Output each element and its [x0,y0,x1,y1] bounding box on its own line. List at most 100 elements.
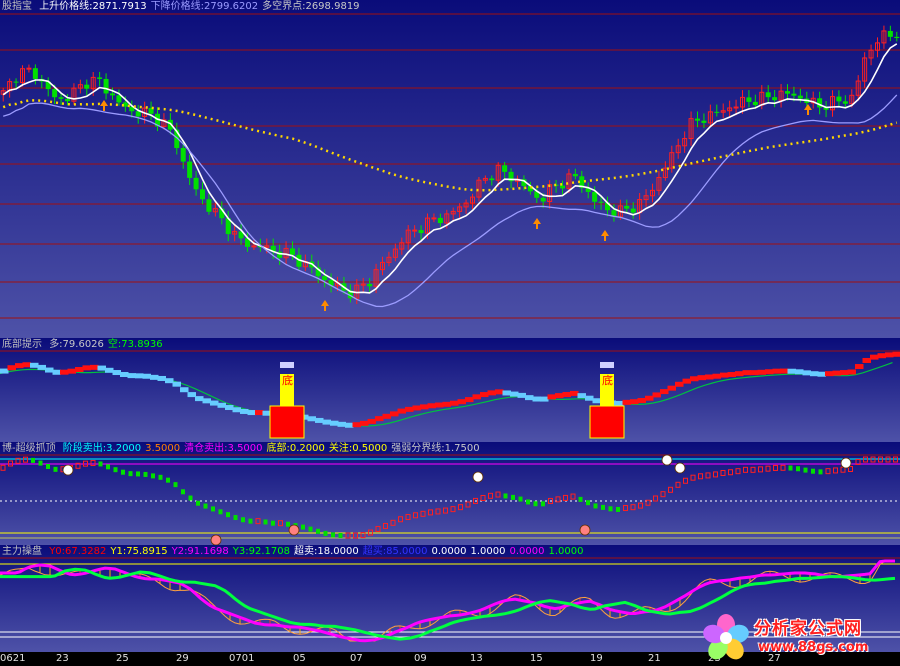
trend-block [247,410,256,416]
main-force-value-item: 0.0000 [431,546,467,557]
trend-block [795,369,804,375]
signal-block [203,503,208,509]
bottom-hint-chart: 底底 [0,338,900,442]
price-value-item: 下降价格线:2799.6202 [150,1,259,12]
trend-block [622,399,631,405]
signal-block [608,506,613,512]
signal-block [788,465,793,471]
main-force-value-item: Y3:92.1708 [232,546,290,557]
candle-up [412,229,418,232]
price-value-item: 上升价格线:2871.7913 [39,1,147,12]
trend-block [877,353,886,359]
candle-down [13,81,19,83]
signal-block [818,469,823,475]
signal-block [46,463,50,469]
trend-block [525,395,534,401]
trend-block [652,392,661,398]
trend-block [75,367,84,373]
trend-block [367,418,376,424]
candle-down [887,30,893,37]
signal-block [128,471,133,477]
trend-block [307,416,316,422]
signal-block [113,467,118,473]
trend-block [330,420,339,426]
trend-block [787,368,796,374]
top-catch-panel[interactable]: 博-超级抓顶 阶段卖出:3.2000 3.5000 清仓卖出:3.5000 底部:0.… [0,442,900,545]
signal-block [53,466,58,472]
x-tick-label: 09 [414,653,427,664]
trend-block [682,378,691,384]
main-force-value-item: 超卖:18.0000 [294,546,359,557]
trend-block [322,419,331,425]
trend-block [862,357,871,363]
main-force-values: Y0:67.3282 Y1:75.8915 Y2:91.1698 Y3:92.1708… [49,546,587,557]
bottom-hint-values: 多:79.6026 空:73.8936 [49,339,166,350]
trend-block [562,391,571,397]
bottom-hint-header: 底部提示 多:79.6026 空:73.8936 [2,339,171,351]
trend-block [532,396,541,402]
trend-block [697,375,706,381]
trend-block [885,352,894,358]
face-icon [579,524,591,536]
trend-block [817,371,826,377]
main-force-value-item: 1.0000 [470,546,506,557]
trend-block [225,405,234,411]
trend-block [855,364,864,370]
trend-block [750,370,759,376]
candle-down [752,101,758,106]
price-panel[interactable]: 股指宝 上升价格线:2871.7913 下降价格线:2799.6202 多空界点:2… [0,0,900,338]
main-force-value-item: Y2:91.1698 [171,546,229,557]
signal-block [586,500,590,506]
candle-up [431,217,437,220]
trend-block [52,369,61,375]
candle-down [193,177,199,190]
face-icon [472,471,484,483]
trend-block [442,401,451,407]
trend-block [765,369,774,375]
trend-block [870,354,879,360]
trend-block [465,397,474,403]
trend-block [502,390,511,396]
candle-down [598,201,604,203]
trend-block [892,351,900,357]
x-tick-label: 07 [350,653,363,664]
trend-block [840,370,849,376]
face-icon [288,524,300,536]
trend-block [240,408,249,414]
bottom-hint-title: 底部提示 [2,339,42,350]
candle-down [180,148,186,162]
signal-block [616,506,620,512]
signal-block [218,509,223,515]
trend-block [67,368,76,374]
signal-block [811,468,815,474]
signal-block [121,469,125,475]
trend-block [142,373,151,379]
candle-down [367,283,373,287]
trend-block [847,369,856,375]
trend-block [772,368,781,374]
trend-block [487,390,496,396]
candle-down [110,93,115,96]
face-icon [840,457,852,469]
candle-down [695,118,700,121]
trend-block [705,374,714,380]
trend-block [727,372,736,378]
trend-block [435,402,444,408]
candle-down [894,36,900,39]
main-force-value-item: 超买:85.0000 [362,546,428,557]
trend-block [82,365,91,371]
trend-block [495,389,504,395]
candle-up [26,67,32,70]
trend-block [165,378,174,384]
main-force-value-item: Y0:67.3282 [49,546,107,557]
signal-block [211,506,215,512]
bottom-hint-panel[interactable]: 底底 底部提示 多:79.6026 空:73.8936 [0,338,900,442]
candle-down [540,197,546,202]
signal-block [31,457,35,463]
top-catch-value-item: 关注:0.5000 [328,443,388,454]
top-catch-chart [0,442,900,545]
face-icon [674,462,686,474]
signal-block [338,533,343,538]
top-catch-value-item: 阶段卖出:3.2000 [62,443,142,454]
signal-block [541,501,545,507]
